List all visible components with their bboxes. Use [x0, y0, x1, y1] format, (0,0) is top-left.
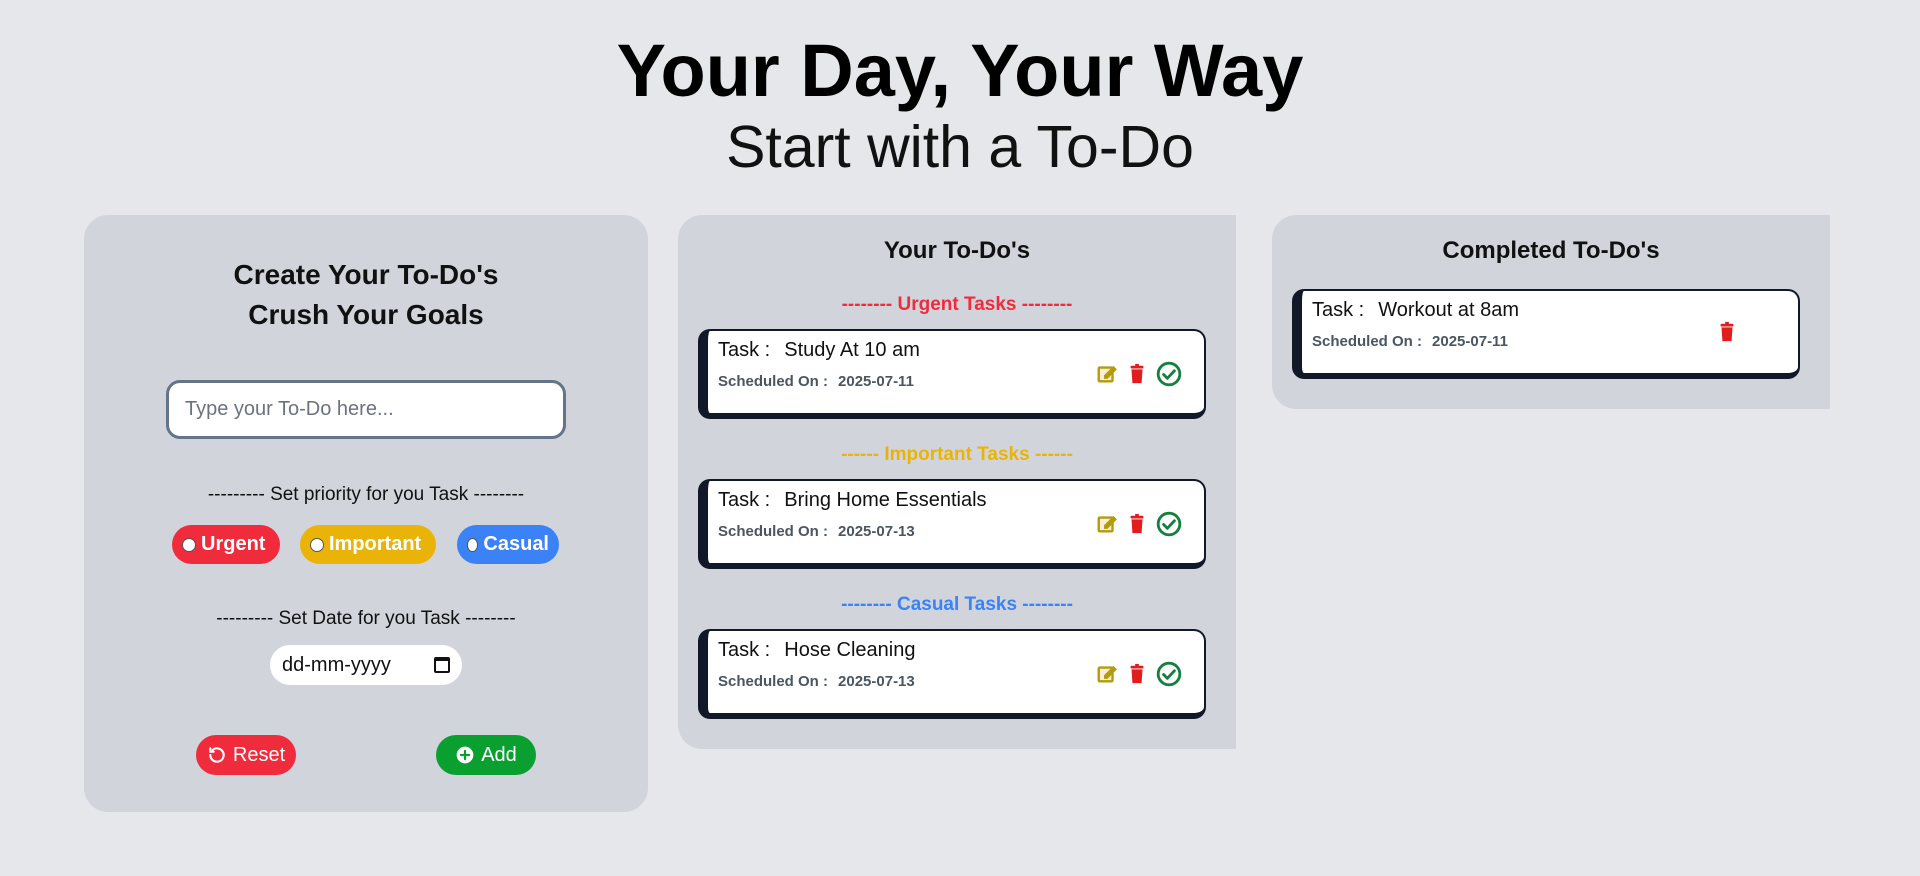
task-name: Study At 10 am [784, 339, 920, 361]
urgent-section-label: -------- Urgent Tasks -------- [841, 294, 1073, 315]
radio-circle-icon [467, 537, 479, 552]
trash-icon[interactable] [1126, 513, 1148, 535]
task-schedule: Scheduled On : 2025-07-13 [718, 673, 915, 690]
task-schedule: Scheduled On : 2025-07-11 [1312, 333, 1508, 350]
page-header: Your Day, Your Way Start with a To-Do [0, 28, 1920, 182]
completed-card: Task : Workout at 8am Scheduled On : 2025-… [1292, 289, 1800, 379]
task-name: Hose Cleaning [784, 639, 916, 661]
task-actions [1096, 511, 1182, 537]
radio-circle-icon [310, 537, 324, 552]
date-placeholder: dd-mm-yyyy [282, 653, 391, 676]
trash-icon[interactable] [1126, 363, 1148, 385]
priority-important-label: Important [329, 533, 422, 555]
edit-icon[interactable] [1096, 513, 1118, 535]
task-schedule: Scheduled On : 2025-07-13 [718, 523, 915, 540]
todo-input[interactable] [166, 380, 566, 439]
sched-label: Scheduled On : [718, 373, 829, 390]
sched-date: 2025-07-11 [838, 373, 914, 390]
sched-date: 2025-07-13 [838, 673, 915, 690]
create-heading-line1: Create Your To-Do's [233, 259, 499, 290]
create-heading-line2: Crush Your Goals [248, 299, 484, 330]
todos-panel: Your To-Do's -------- Urgent Tasks -----… [678, 215, 1236, 749]
task-text: Task : Study At 10 am [718, 339, 920, 362]
priority-label: --------- Set priority for you Task ----… [207, 484, 525, 505]
task-actions [1096, 361, 1182, 387]
task-card: Task : Hose Cleaning Scheduled On : 2025-0… [698, 629, 1206, 719]
rotate-ccw-icon [209, 747, 225, 763]
task-schedule: Scheduled On : 2025-07-11 [718, 373, 914, 390]
task-actions [1716, 321, 1738, 343]
completed-title: Completed To-Do's [1442, 237, 1660, 264]
task-text: Task : Bring Home Essentials [718, 489, 987, 512]
plus-circle-icon [456, 746, 474, 764]
calendar-icon[interactable] [434, 657, 450, 673]
create-todo-panel: Create Your To-Do's Crush Your Goals ---… [84, 215, 648, 812]
date-input[interactable]: dd-mm-yyyy [270, 645, 462, 685]
trash-icon[interactable] [1126, 663, 1148, 685]
check-circle-icon[interactable] [1156, 511, 1182, 537]
important-section-label: ------ Important Tasks ------ [841, 444, 1073, 465]
task-text: Task : Workout at 8am [1312, 299, 1519, 322]
reset-button[interactable]: Reset [196, 735, 296, 775]
page-title: Your Day, Your Way [616, 29, 1304, 112]
sched-date: 2025-07-11 [1432, 333, 1508, 350]
edit-icon[interactable] [1096, 363, 1118, 385]
priority-casual-label: Casual [483, 533, 549, 555]
task-label: Task : [718, 639, 771, 661]
trash-icon[interactable] [1716, 321, 1738, 343]
task-label: Task : [718, 339, 771, 361]
task-actions [1096, 661, 1182, 687]
todos-title: Your To-Do's [883, 237, 1031, 264]
completed-panel: Completed To-Do's Task : Workout at 8am S… [1272, 215, 1830, 409]
sched-date: 2025-07-13 [838, 523, 915, 540]
task-name: Bring Home Essentials [784, 489, 987, 511]
create-heading: Create Your To-Do's Crush Your Goals [84, 255, 648, 335]
task-name: Workout at 8am [1378, 299, 1520, 321]
task-card: Task : Bring Home Essentials Scheduled On… [698, 479, 1206, 569]
priority-casual-radio[interactable]: Casual [457, 525, 559, 564]
task-label: Task : [1312, 299, 1365, 321]
sched-label: Scheduled On : [718, 523, 829, 540]
check-circle-icon[interactable] [1156, 361, 1182, 387]
add-label: Add [481, 743, 517, 766]
task-label: Task : [718, 489, 771, 511]
check-circle-icon[interactable] [1156, 661, 1182, 687]
page-subtitle: Start with a To-Do [726, 114, 1194, 180]
sched-label: Scheduled On : [1312, 333, 1423, 350]
sched-label: Scheduled On : [718, 673, 829, 690]
casual-section-label: -------- Casual Tasks -------- [841, 594, 1073, 615]
edit-icon[interactable] [1096, 663, 1118, 685]
date-label: --------- Set Date for you Task -------- [216, 608, 516, 629]
priority-urgent-radio[interactable]: Urgent [172, 525, 280, 564]
priority-important-radio[interactable]: Important [300, 525, 436, 564]
priority-urgent-label: Urgent [201, 533, 266, 555]
task-card: Task : Study At 10 am Scheduled On : 2025-… [698, 329, 1206, 419]
radio-circle-icon [182, 537, 196, 552]
add-button[interactable]: Add [436, 735, 536, 775]
task-text: Task : Hose Cleaning [718, 639, 915, 662]
reset-label: Reset [232, 743, 286, 766]
